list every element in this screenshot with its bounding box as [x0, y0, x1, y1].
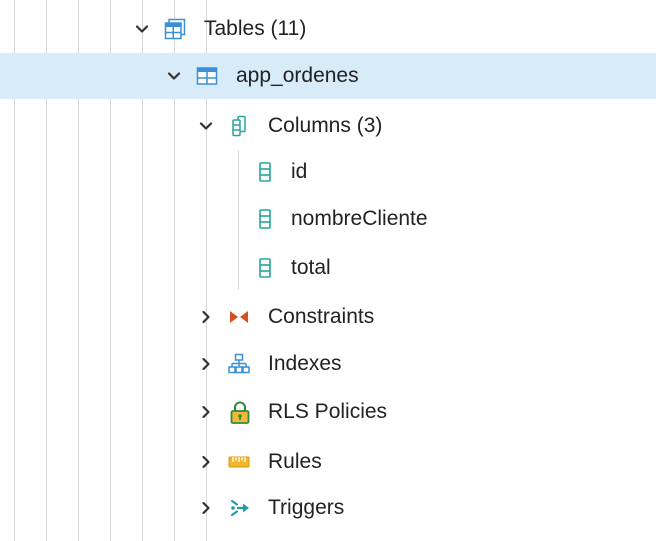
tree-node-label: Columns (3): [268, 114, 383, 137]
chevron-right-icon[interactable]: [197, 403, 215, 421]
tree-node-table-app-ordenes[interactable]: app_ordenes: [0, 53, 656, 99]
tree-node-columns[interactable]: Columns (3): [0, 103, 656, 149]
tree-node-label: Constraints: [268, 305, 375, 328]
constraints-icon: [230, 311, 248, 323]
triggers-icon: [230, 499, 249, 517]
column-icon: [259, 162, 271, 182]
tree-node-column-total[interactable]: total: [0, 245, 656, 291]
tree-node-label: app_ordenes: [236, 64, 359, 87]
tree-node-constraints[interactable]: Constraints: [0, 294, 656, 340]
table-icon: [196, 67, 218, 85]
tree-node-label: Rules: [268, 450, 322, 473]
columns-icon: [232, 115, 246, 137]
object-explorer-tree: Tables (11) app_ordenes Columns (3) id n…: [0, 0, 656, 541]
tree-node-rules[interactable]: Rules: [0, 439, 656, 485]
chevron-down-icon[interactable]: [197, 117, 215, 135]
tree-node-triggers[interactable]: Triggers: [0, 485, 656, 531]
tree-node-indexes[interactable]: Indexes: [0, 341, 656, 387]
tree-node-label: Indexes: [268, 352, 342, 375]
tree-node-label: total: [291, 256, 331, 279]
chevron-right-icon[interactable]: [197, 308, 215, 326]
tree-node-label: nombreCliente: [291, 207, 428, 230]
lock-icon: [230, 401, 250, 424]
tree-node-rls-policies[interactable]: RLS Policies: [0, 389, 656, 435]
tree-node-label: RLS Policies: [268, 400, 388, 423]
tree-node-label: Triggers: [268, 496, 345, 519]
chevron-right-icon[interactable]: [197, 453, 215, 471]
tree-node-column-nombrecliente[interactable]: nombreCliente: [0, 196, 656, 242]
chevron-right-icon[interactable]: [197, 355, 215, 373]
tree-node-column-id[interactable]: id: [0, 149, 656, 195]
chevron-right-icon[interactable]: [197, 499, 215, 517]
tree-node-label: id: [291, 160, 308, 183]
rules-icon: [228, 456, 250, 468]
tables-icon: [164, 18, 186, 40]
tree-node-label: Tables (11): [204, 17, 307, 40]
column-icon: [259, 209, 271, 229]
chevron-down-icon[interactable]: [133, 20, 151, 38]
chevron-down-icon[interactable]: [165, 67, 183, 85]
tree-node-tables[interactable]: Tables (11): [0, 6, 656, 52]
column-icon: [259, 258, 271, 278]
indexes-icon: [228, 353, 250, 374]
